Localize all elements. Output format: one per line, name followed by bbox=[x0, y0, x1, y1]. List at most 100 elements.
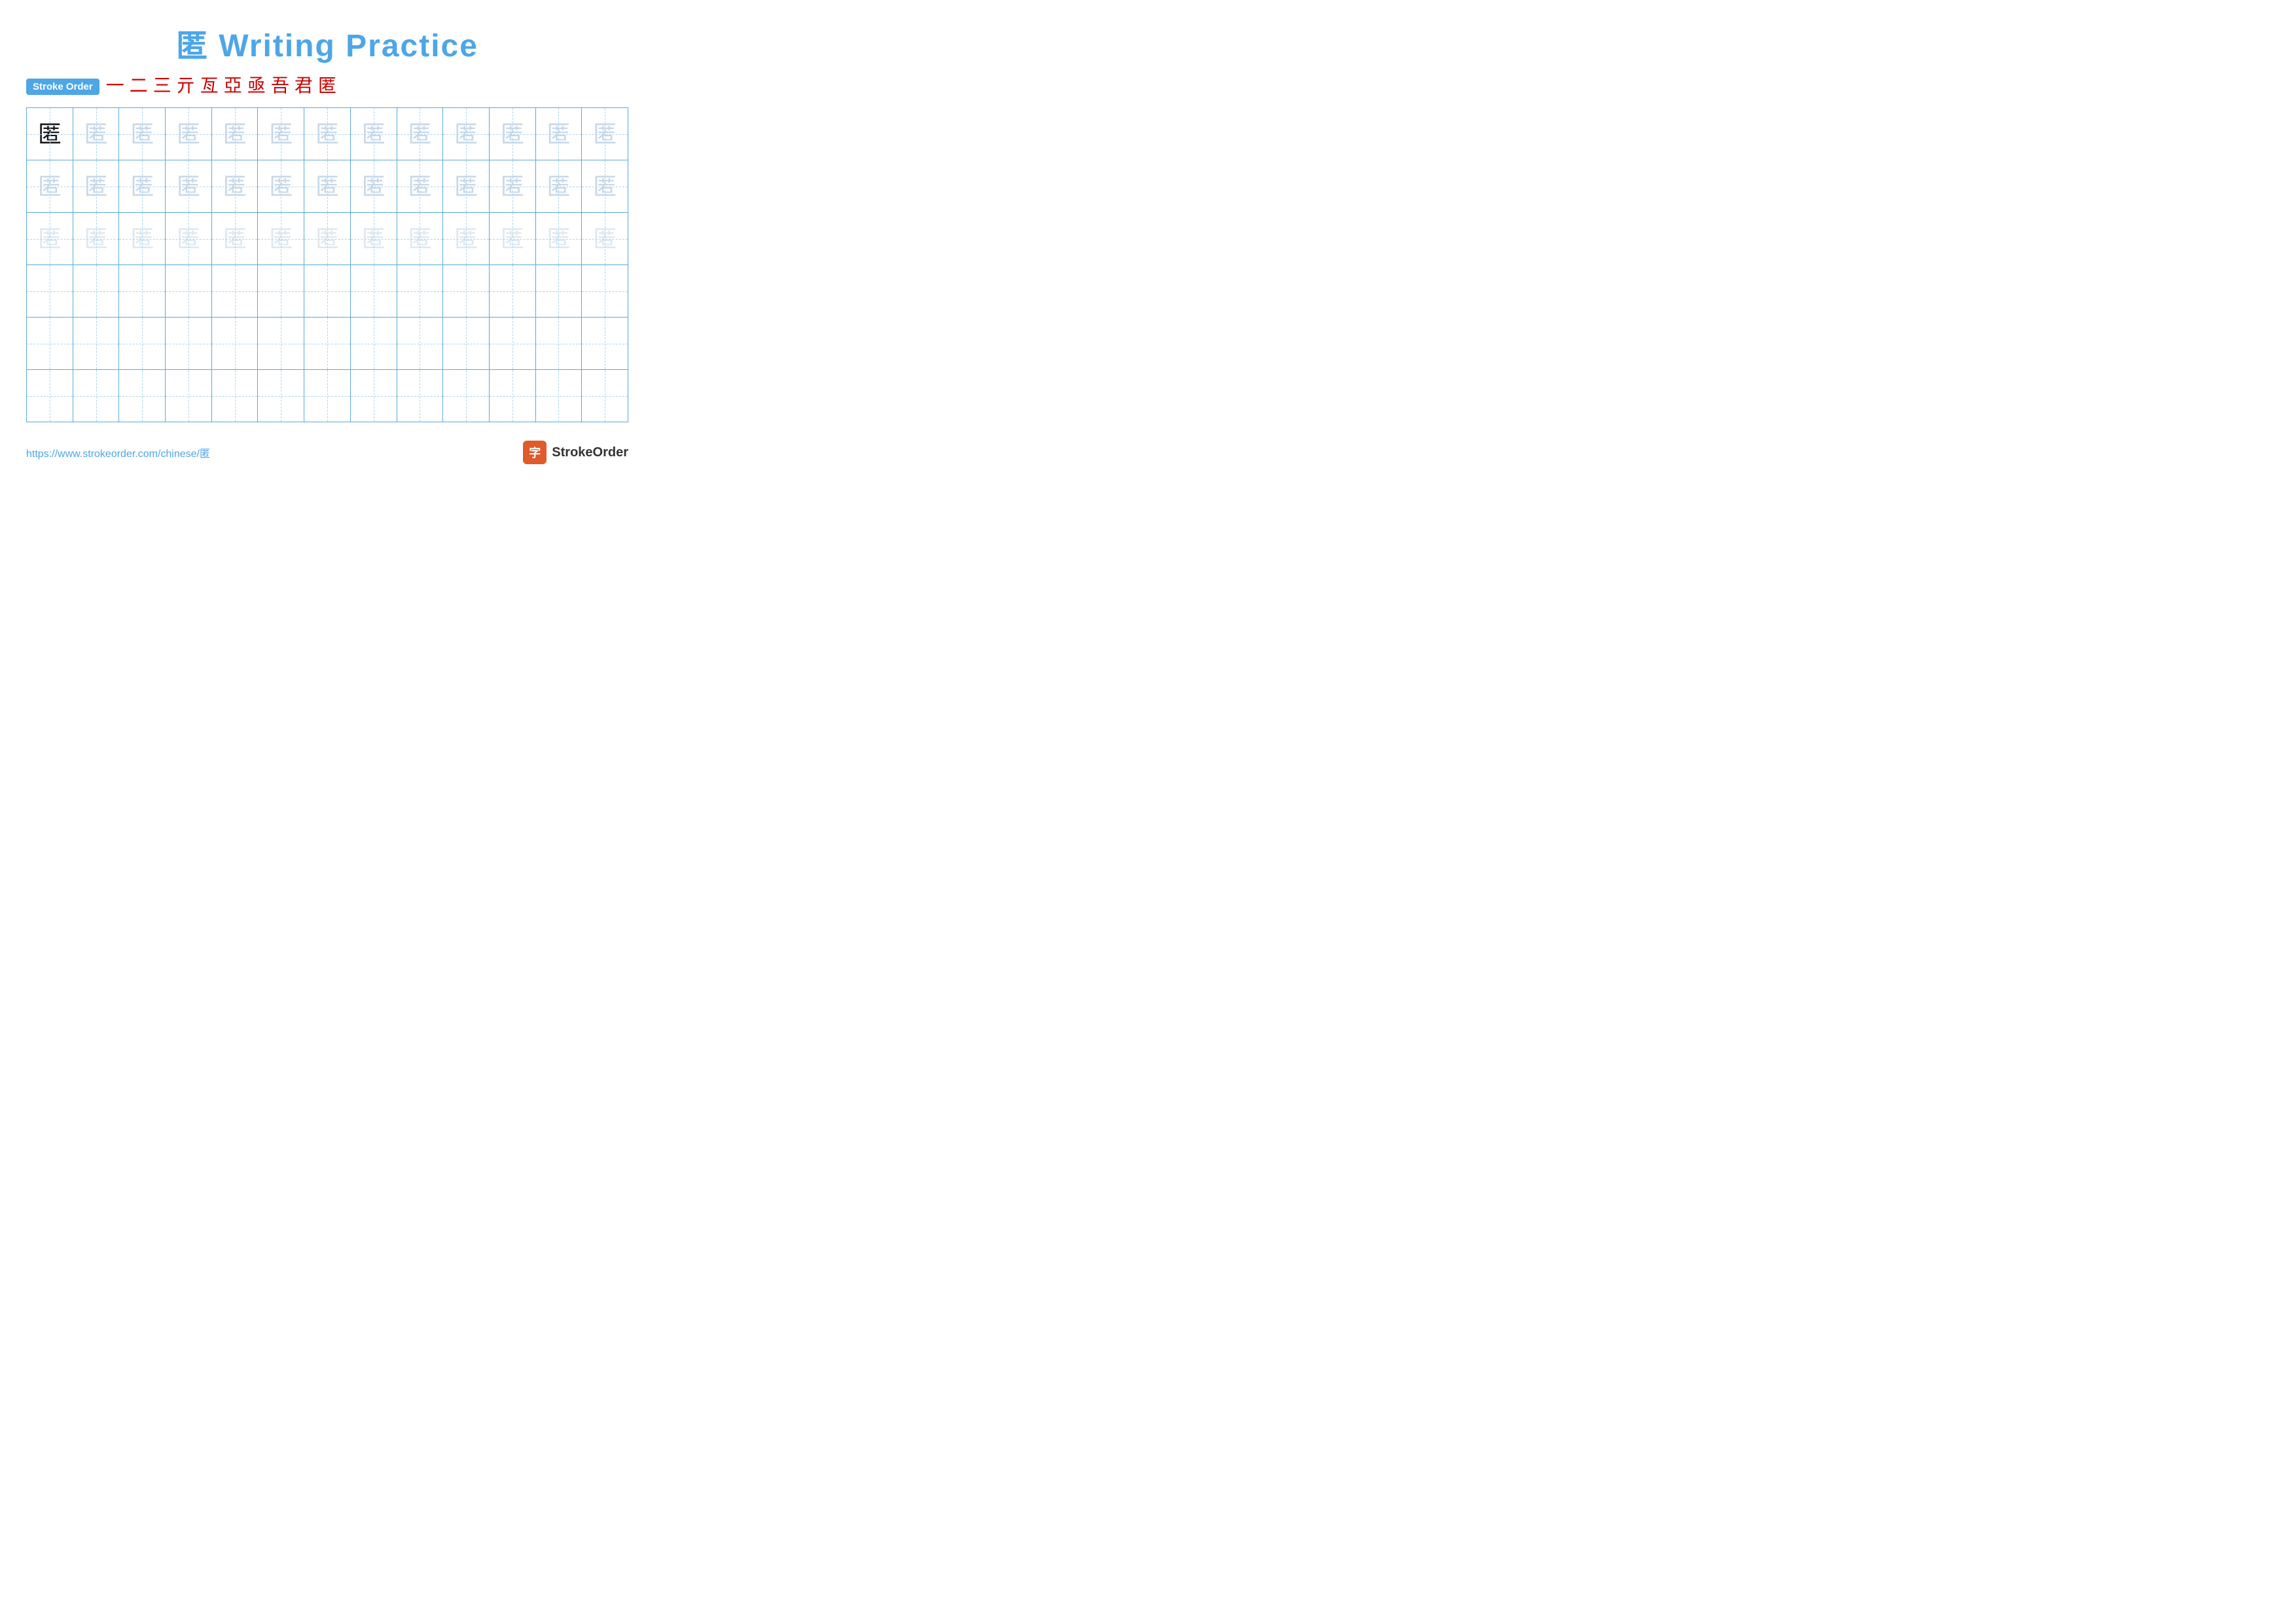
grid-cell-6-10 bbox=[443, 370, 490, 422]
grid-cell-6-8 bbox=[350, 370, 397, 422]
grid-cell-3-9: 匿 bbox=[397, 213, 443, 265]
grid-cell-2-13: 匿 bbox=[582, 160, 628, 213]
grid-cell-4-13 bbox=[582, 265, 628, 318]
grid-cell-3-6: 匿 bbox=[258, 213, 304, 265]
grid-cell-4-7 bbox=[304, 265, 351, 318]
stroke-3: 三 bbox=[153, 77, 171, 96]
grid-cell-1-1: 匿 bbox=[27, 108, 73, 160]
stroke-5: 亙 bbox=[200, 77, 219, 96]
brand-name: StrokeOrder bbox=[552, 445, 628, 460]
grid-cell-3-2: 匿 bbox=[73, 213, 119, 265]
grid-cell-6-6 bbox=[258, 370, 304, 422]
grid-cell-1-9: 匿 bbox=[397, 108, 443, 160]
grid-cell-6-5 bbox=[211, 370, 258, 422]
stroke-order-row: Stroke Order 一 二 三 亓 亙 亞 亟 吾 君 匿 bbox=[26, 77, 628, 96]
grid-cell-4-2 bbox=[73, 265, 119, 318]
grid-cell-5-3 bbox=[119, 318, 166, 370]
grid-cell-6-13 bbox=[582, 370, 628, 422]
grid-cell-2-12: 匿 bbox=[535, 160, 582, 213]
grid-cell-5-8 bbox=[350, 318, 397, 370]
stroke-order-badge: Stroke Order bbox=[26, 79, 99, 95]
grid-cell-4-5 bbox=[211, 265, 258, 318]
grid-cell-6-3 bbox=[119, 370, 166, 422]
stroke-2: 二 bbox=[130, 77, 148, 96]
grid-cell-3-8: 匿 bbox=[350, 213, 397, 265]
stroke-7: 亟 bbox=[247, 77, 266, 96]
grid-cell-1-6: 匿 bbox=[258, 108, 304, 160]
stroke-9: 君 bbox=[295, 77, 313, 96]
grid-cell-2-3: 匿 bbox=[119, 160, 166, 213]
footer-brand: 字 StrokeOrder bbox=[523, 441, 628, 464]
grid-cell-4-11 bbox=[489, 265, 535, 318]
grid-cell-3-3: 匿 bbox=[119, 213, 166, 265]
grid-cell-2-6: 匿 bbox=[258, 160, 304, 213]
grid-cell-5-13 bbox=[582, 318, 628, 370]
grid-cell-3-1: 匿 bbox=[27, 213, 73, 265]
footer-url[interactable]: https://www.strokeorder.com/chinese/匿 bbox=[26, 445, 210, 460]
stroke-1: 一 bbox=[106, 77, 124, 96]
stroke-4: 亓 bbox=[177, 77, 195, 96]
grid-cell-1-5: 匿 bbox=[211, 108, 258, 160]
grid-cell-4-10 bbox=[443, 265, 490, 318]
grid-row-1: 匿 匿 匿 匿 匿 匿 匿 匿 匿 匿 匿 匿 匿 bbox=[27, 108, 628, 160]
grid-cell-4-8 bbox=[350, 265, 397, 318]
stroke-chars: 一 二 三 亓 亙 亞 亟 吾 君 匿 bbox=[106, 77, 336, 96]
grid-cell-4-12 bbox=[535, 265, 582, 318]
grid-cell-1-7: 匿 bbox=[304, 108, 351, 160]
grid-cell-1-2: 匿 bbox=[73, 108, 119, 160]
grid-cell-3-11: 匿 bbox=[489, 213, 535, 265]
grid-cell-4-9 bbox=[397, 265, 443, 318]
grid-cell-4-1 bbox=[27, 265, 73, 318]
stroke-10: 匿 bbox=[318, 77, 336, 96]
grid-cell-6-1 bbox=[27, 370, 73, 422]
grid-cell-4-6 bbox=[258, 265, 304, 318]
grid-cell-5-5 bbox=[211, 318, 258, 370]
stroke-6: 亞 bbox=[224, 77, 242, 96]
grid-cell-5-7 bbox=[304, 318, 351, 370]
grid-cell-6-2 bbox=[73, 370, 119, 422]
grid-cell-2-4: 匿 bbox=[166, 160, 212, 213]
grid-cell-2-2: 匿 bbox=[73, 160, 119, 213]
grid-row-6 bbox=[27, 370, 628, 422]
grid-row-2: 匿 匿 匿 匿 匿 匿 匿 匿 匿 匿 匿 匿 匿 bbox=[27, 160, 628, 213]
grid-cell-6-9 bbox=[397, 370, 443, 422]
grid-cell-1-10: 匿 bbox=[443, 108, 490, 160]
grid-cell-5-9 bbox=[397, 318, 443, 370]
grid-cell-1-12: 匿 bbox=[535, 108, 582, 160]
grid-cell-2-5: 匿 bbox=[211, 160, 258, 213]
grid-cell-5-4 bbox=[166, 318, 212, 370]
grid-row-3: 匿 匿 匿 匿 匿 匿 匿 匿 匿 匿 匿 匿 匿 bbox=[27, 213, 628, 265]
grid-row-4 bbox=[27, 265, 628, 318]
grid-cell-2-9: 匿 bbox=[397, 160, 443, 213]
grid-cell-6-11 bbox=[489, 370, 535, 422]
grid-cell-5-10 bbox=[443, 318, 490, 370]
grid-cell-2-8: 匿 bbox=[350, 160, 397, 213]
grid-cell-6-4 bbox=[166, 370, 212, 422]
page-title: 匿 Writing Practice bbox=[26, 20, 628, 65]
grid-cell-4-3 bbox=[119, 265, 166, 318]
grid-cell-2-1: 匿 bbox=[27, 160, 73, 213]
footer: https://www.strokeorder.com/chinese/匿 字 … bbox=[26, 441, 628, 464]
grid-cell-5-6 bbox=[258, 318, 304, 370]
grid-cell-1-11: 匿 bbox=[489, 108, 535, 160]
grid-cell-2-10: 匿 bbox=[443, 160, 490, 213]
grid-cell-5-11 bbox=[489, 318, 535, 370]
grid-cell-5-1 bbox=[27, 318, 73, 370]
grid-cell-3-7: 匿 bbox=[304, 213, 351, 265]
grid-cell-2-11: 匿 bbox=[489, 160, 535, 213]
grid-cell-1-4: 匿 bbox=[166, 108, 212, 160]
grid-cell-3-4: 匿 bbox=[166, 213, 212, 265]
grid-cell-1-8: 匿 bbox=[350, 108, 397, 160]
grid-cell-3-10: 匿 bbox=[443, 213, 490, 265]
grid-row-5 bbox=[27, 318, 628, 370]
practice-grid: 匿 匿 匿 匿 匿 匿 匿 匿 匿 匿 匿 匿 匿 匿 匿 匿 匿 匿 匿 匿 … bbox=[26, 107, 628, 422]
grid-cell-3-5: 匿 bbox=[211, 213, 258, 265]
grid-cell-5-12 bbox=[535, 318, 582, 370]
stroke-8: 吾 bbox=[271, 77, 289, 96]
grid-cell-6-7 bbox=[304, 370, 351, 422]
grid-cell-2-7: 匿 bbox=[304, 160, 351, 213]
grid-cell-5-2 bbox=[73, 318, 119, 370]
grid-cell-3-12: 匿 bbox=[535, 213, 582, 265]
grid-cell-1-3: 匿 bbox=[119, 108, 166, 160]
brand-icon: 字 bbox=[523, 441, 547, 464]
